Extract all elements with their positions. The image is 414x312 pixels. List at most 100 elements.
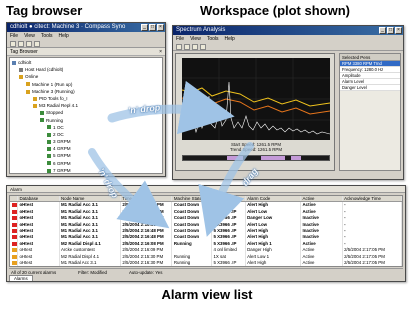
severity-icon — [11, 248, 17, 253]
severity-icon — [11, 216, 17, 221]
save-icon[interactable] — [26, 41, 32, 47]
open-icon[interactable] — [18, 41, 24, 47]
tree-node[interactable]: Online — [10, 73, 162, 80]
tab-alarms[interactable]: Alarms — [9, 275, 33, 281]
tree-node[interactable]: 8 GRPM — [10, 174, 162, 176]
panel-close-icon[interactable]: × — [159, 48, 162, 56]
tree-node[interactable]: 1 OC — [10, 124, 162, 131]
zoom-in-icon[interactable] — [176, 44, 182, 50]
computer-icon — [12, 60, 16, 65]
tag-icon — [47, 132, 51, 137]
workspace-caption: Workspace (plot shown) — [200, 3, 350, 18]
column-header[interactable]: Active — [301, 196, 343, 202]
tree-node[interactable]: Running — [10, 117, 162, 124]
tag-icon — [47, 161, 51, 166]
column-header[interactable]: Measurement — [212, 196, 246, 202]
tag-browser-panel-header: Tag Browser × — [7, 48, 165, 56]
column-header[interactable]: Database — [18, 196, 60, 202]
tag-icon — [47, 125, 51, 130]
tree-node-label: 4 GRPM — [53, 146, 71, 152]
tree-node[interactable]: Host Hard (cdhiolt) — [10, 66, 162, 73]
tree-node[interactable]: 6 GRPM — [10, 160, 162, 167]
menu-view[interactable]: View — [190, 35, 201, 43]
column-header[interactable]: Acknowledge Time — [343, 196, 402, 202]
workspace-titlebar[interactable]: Spectrum Analysis _ □ × — [173, 26, 403, 35]
minimize-button[interactable]: _ — [141, 24, 148, 31]
tree-node-label: 6 GRPM — [53, 160, 71, 166]
spectrum-plot[interactable] — [182, 58, 330, 140]
spectrum-plot-svg — [182, 58, 330, 140]
menu-bar: File View Tools Help — [173, 35, 403, 43]
alarm-cell: M1 Radial Acc 3.1 — [60, 259, 121, 266]
pen-row[interactable]: Danger Level — [340, 85, 400, 91]
cursor-icon[interactable] — [192, 44, 198, 50]
column-header[interactable]: Machine State — [172, 196, 212, 202]
severity-icon — [11, 209, 17, 214]
time-segment[interactable] — [227, 156, 243, 160]
pens-panel: Selected Pens RPM 3380 RPM Trnd Frequenc… — [339, 53, 401, 171]
tree-node[interactable]: 7 GRPM — [10, 167, 162, 174]
tree-node[interactable]: 5 GRPM — [10, 152, 162, 159]
severity-icon — [11, 203, 17, 208]
tag-tree: cdhiolt Host Hard (cdhiolt) Online Machine … — [9, 57, 163, 176]
menu-help[interactable]: Help — [225, 35, 235, 43]
tree-node[interactable]: 2 OC — [10, 131, 162, 138]
tree-node-label: PID Tools fo_I — [39, 95, 68, 101]
time-segment[interactable] — [291, 156, 301, 160]
tree-node[interactable]: Machine 3 (Running) — [10, 88, 162, 95]
column-header[interactable]: Time — [121, 196, 173, 202]
print-icon[interactable] — [200, 44, 206, 50]
tree-node[interactable]: Machine 1 (Run up) — [10, 81, 162, 88]
minimize-button[interactable]: _ — [379, 27, 386, 34]
time-segment[interactable] — [261, 156, 285, 160]
tree-node-label: Stopped — [46, 110, 64, 116]
menu-tools[interactable]: Tools — [41, 32, 53, 40]
folder-icon — [26, 89, 30, 94]
folder-icon — [33, 103, 37, 108]
alarm-cell: Active — [301, 259, 343, 266]
speed-readout: Start Speed: 1261.5 RPM Trend Speed: 126… — [182, 142, 330, 153]
maximize-button[interactable]: □ — [149, 24, 156, 31]
menu-bar: File View Tools Help — [7, 32, 165, 40]
menu-tools[interactable]: Tools — [207, 35, 219, 43]
alarm-status-bar: All of 20 current alarms Filter: Modifie… — [9, 268, 403, 275]
close-button[interactable]: × — [157, 24, 164, 31]
tree-node-label: M3 Radial Repl 4.1 — [39, 103, 79, 109]
tree-node-label: 1 OC — [53, 124, 64, 130]
new-icon[interactable] — [10, 41, 16, 47]
tree-node[interactable]: PID Tools fo_I — [10, 95, 162, 102]
menu-view[interactable]: View — [24, 32, 35, 40]
time-range-bar[interactable] — [182, 155, 330, 161]
tree-node-label: Machine 3 (Running) — [32, 88, 75, 94]
refresh-icon[interactable] — [34, 41, 40, 47]
column-header[interactable] — [10, 196, 18, 202]
tree-node[interactable]: 3 GRPM — [10, 138, 162, 145]
severity-icon — [11, 228, 17, 233]
server-icon — [19, 67, 23, 72]
tree-node[interactable]: 4 GRPM — [10, 145, 162, 152]
severity-icon — [11, 235, 17, 240]
alarm-view-header: Alarm — [7, 186, 405, 193]
toolbar — [173, 43, 403, 51]
tag-icon — [47, 154, 51, 159]
toolbar — [7, 40, 165, 48]
tag-browser-titlebar[interactable]: cdhiolt ● citect: Machine 3 · Compass Sy… — [7, 23, 165, 32]
alarm-cell: 5 X3966 .IP — [212, 259, 246, 266]
menu-help[interactable]: Help — [59, 32, 69, 40]
alarm-row[interactable]: oHtest M1 Radial Acc 3.1 2/5/2004 2:16:30 … — [10, 259, 402, 266]
tree-node-label: 7 GRPM — [53, 167, 71, 173]
column-header[interactable]: Alarm Code — [246, 196, 302, 202]
menu-file[interactable]: File — [176, 35, 184, 43]
tag-icon — [47, 168, 51, 173]
tree-node-label: cdhiolt — [18, 60, 32, 65]
menu-file[interactable]: File — [10, 32, 18, 40]
pens-header: Selected Pens — [340, 54, 400, 61]
plot-area: Start Speed: 1261.5 RPM Trend Speed: 126… — [175, 53, 335, 171]
close-button[interactable]: × — [395, 27, 402, 34]
tree-node[interactable]: cdhiolt — [10, 59, 162, 66]
folder-icon — [19, 75, 23, 80]
severity-icon — [11, 260, 17, 265]
tag-icon — [47, 175, 51, 176]
zoom-out-icon[interactable] — [184, 44, 190, 50]
maximize-button[interactable]: □ — [387, 27, 394, 34]
